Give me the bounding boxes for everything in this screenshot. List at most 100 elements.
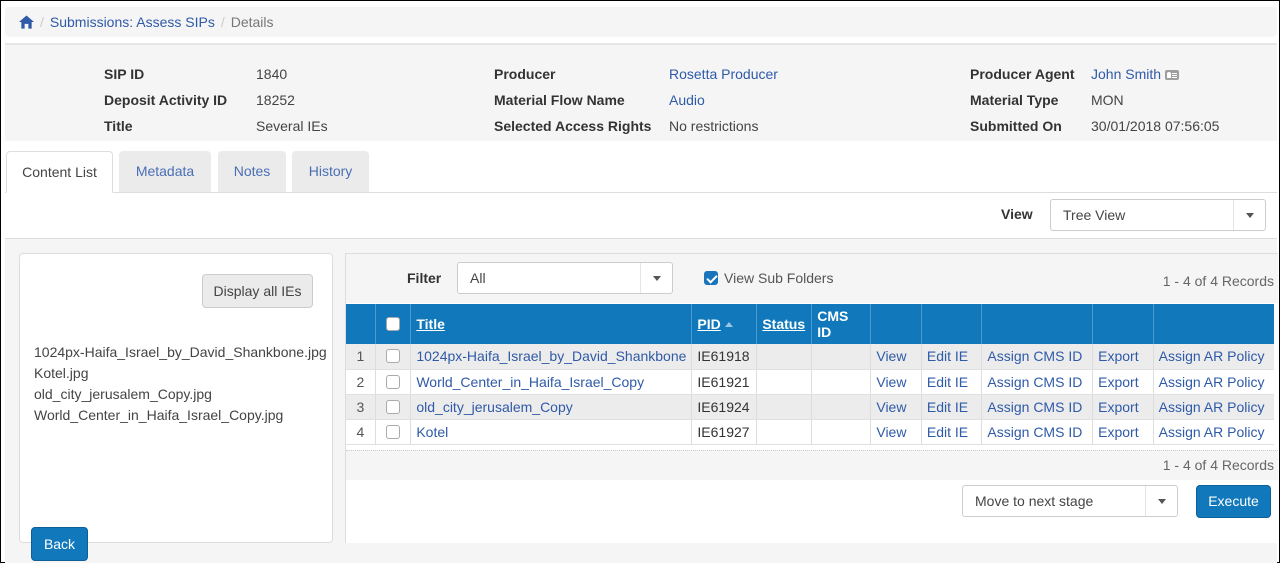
view-select[interactable]: Tree View — [1050, 199, 1266, 231]
deposit-activity-id-value: 18252 — [256, 92, 295, 108]
action-cell: Assign AR Policy — [1153, 369, 1274, 395]
assign-ar-policy-link[interactable]: Assign AR Policy — [1159, 399, 1265, 415]
cms-id-cell — [811, 344, 872, 370]
action-select-value: Move to next stage — [975, 493, 1094, 509]
back-button[interactable]: Back — [31, 527, 88, 561]
col-action-ar-policy — [1153, 304, 1274, 344]
contact-card-icon[interactable] — [1165, 70, 1180, 80]
breadcrumb-current: Details — [230, 14, 274, 30]
filter-label: Filter — [407, 270, 442, 286]
view-link[interactable]: View — [876, 348, 906, 364]
pid-cell: IE61918 — [691, 344, 758, 370]
table-row: 4 Kotel IE61927 View Edit IE Assign CMS ID Exp… — [346, 419, 1274, 445]
select-all-checkbox[interactable] — [386, 317, 401, 331]
tab-metadata[interactable]: Metadata — [119, 151, 211, 192]
view-label: View — [1001, 206, 1033, 222]
chevron-down-icon[interactable] — [1145, 486, 1177, 516]
execute-button[interactable]: Execute — [1196, 485, 1271, 518]
tab-notes[interactable]: Notes — [218, 151, 286, 192]
file-item[interactable]: World_Center_in_Haifa_Israel_Copy.jpg — [34, 405, 327, 426]
cms-id-cell — [811, 369, 872, 395]
tab-content-list[interactable]: Content List — [6, 151, 113, 193]
assign-cms-id-link[interactable]: Assign CMS ID — [987, 348, 1082, 364]
view-link[interactable]: View — [876, 424, 906, 440]
file-item[interactable]: Kotel.jpg — [34, 363, 327, 384]
ie-title-link[interactable]: old_city_jerusalem_Copy — [416, 399, 572, 415]
assign-cms-id-link[interactable]: Assign CMS ID — [987, 399, 1082, 415]
table-row: 3 old_city_jerusalem_Copy IE61924 View Edit … — [346, 394, 1274, 420]
col-pid[interactable]: PID — [691, 304, 758, 344]
row-checkbox[interactable] — [386, 399, 401, 414]
export-link[interactable]: Export — [1098, 424, 1138, 440]
file-item[interactable]: old_city_jerusalem_Copy.jpg — [34, 384, 327, 405]
action-cell: Assign CMS ID — [981, 369, 1094, 395]
row-select-cell — [375, 394, 412, 420]
content-area: Display all IEs 1024px-Haifa_Israel_by_D… — [5, 239, 1278, 563]
row-checkbox[interactable] — [386, 424, 401, 439]
display-all-ies-button[interactable]: Display all IEs — [202, 274, 313, 308]
ie-title-link[interactable]: Kotel — [416, 424, 448, 440]
producer-agent-link[interactable]: John Smith — [1091, 66, 1161, 82]
breadcrumb-separator: / — [220, 14, 225, 30]
row-number: 4 — [346, 419, 376, 445]
action-select[interactable]: Move to next stage — [962, 485, 1178, 517]
export-link[interactable]: Export — [1098, 374, 1138, 390]
view-link[interactable]: View — [876, 374, 906, 390]
assign-cms-id-link[interactable]: Assign CMS ID — [987, 374, 1082, 390]
assign-cms-id-link[interactable]: Assign CMS ID — [987, 424, 1082, 440]
pid-cell: IE61921 — [691, 369, 758, 395]
view-sub-folders[interactable]: View Sub Folders — [704, 270, 833, 286]
col-status[interactable]: Status — [756, 304, 813, 344]
material-flow-link[interactable]: Audio — [669, 92, 705, 108]
assign-ar-policy-link[interactable]: Assign AR Policy — [1159, 424, 1265, 440]
tab-bar: Content List Metadata Notes History — [5, 151, 1277, 193]
table-row: 2 World_Center_in_Haifa_Israel_Copy IE6192… — [346, 369, 1274, 395]
home-icon[interactable] — [19, 15, 34, 29]
edit-ie-link[interactable]: Edit IE — [927, 399, 968, 415]
producer-link[interactable]: Rosetta Producer — [669, 66, 778, 82]
submitted-on-value: 30/01/2018 07:56:05 — [1091, 118, 1220, 134]
chevron-down-icon[interactable] — [1233, 200, 1265, 230]
row-checkbox[interactable] — [386, 374, 401, 389]
title-cell: 1024px-Haifa_Israel_by_David_Shankbone — [410, 344, 693, 370]
assign-ar-policy-link[interactable]: Assign AR Policy — [1159, 374, 1265, 390]
breadcrumb-submissions-link[interactable]: Submissions: Assess SIPs — [50, 14, 215, 30]
action-cell: View — [870, 369, 922, 395]
view-sub-folders-checkbox[interactable] — [704, 271, 718, 285]
ie-title-link[interactable]: 1024px-Haifa_Israel_by_David_Shankbone — [416, 348, 686, 364]
ie-list-panel: Filter All View Sub Folders 1 - 4 of 4 R… — [345, 253, 1278, 543]
sort-status-link[interactable]: Status — [762, 316, 805, 332]
edit-ie-link[interactable]: Edit IE — [927, 348, 968, 364]
col-action-view — [870, 304, 922, 344]
chevron-down-icon[interactable] — [640, 263, 672, 293]
assign-ar-policy-link[interactable]: Assign AR Policy — [1159, 348, 1265, 364]
row-number: 3 — [346, 394, 376, 420]
file-tree-panel: Display all IEs 1024px-Haifa_Israel_by_D… — [19, 253, 333, 543]
pid-cell: IE61927 — [691, 419, 758, 445]
action-cell: View — [870, 344, 922, 370]
row-checkbox[interactable] — [386, 349, 401, 364]
records-count-bottom: 1 - 4 of 4 Records — [1162, 457, 1274, 473]
status-cell — [756, 419, 813, 445]
table-header-row: Title PID Status CMS ID — [346, 304, 1274, 344]
export-link[interactable]: Export — [1098, 399, 1138, 415]
action-cell: Edit IE — [921, 344, 983, 370]
sip-id-value: 1840 — [256, 66, 288, 82]
file-item[interactable]: 1024px-Haifa_Israel_by_David_Shankbone.j… — [34, 342, 327, 363]
sort-pid-link[interactable]: PID — [697, 316, 720, 332]
export-link[interactable]: Export — [1098, 348, 1138, 364]
filter-select[interactable]: All — [457, 262, 673, 294]
ie-title-link[interactable]: World_Center_in_Haifa_Israel_Copy — [416, 374, 644, 390]
deposit-activity-id-label: Deposit Activity ID — [104, 92, 228, 108]
edit-ie-link[interactable]: Edit IE — [927, 374, 968, 390]
sip-id-label: SIP ID — [104, 66, 145, 82]
tab-history[interactable]: History — [292, 151, 369, 192]
view-link[interactable]: View — [876, 399, 906, 415]
col-title[interactable]: Title — [410, 304, 693, 344]
title-cell: Kotel — [410, 419, 693, 445]
edit-ie-link[interactable]: Edit IE — [927, 424, 968, 440]
action-cell: View — [870, 419, 922, 445]
producer-agent-label: Producer Agent — [970, 66, 1075, 82]
sort-title-link[interactable]: Title — [416, 316, 445, 332]
pid-cell: IE61924 — [691, 394, 758, 420]
